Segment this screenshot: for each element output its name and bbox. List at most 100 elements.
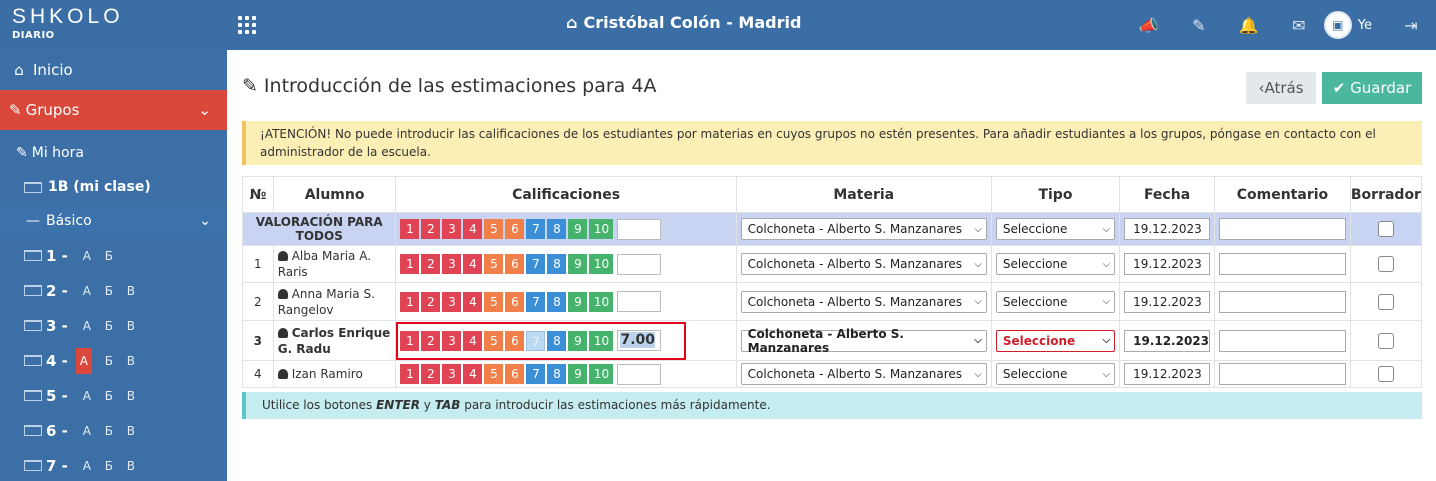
comment-input[interactable] bbox=[1219, 218, 1346, 240]
grade-section[interactable]: А bbox=[76, 278, 98, 304]
grade-section[interactable]: А bbox=[76, 418, 98, 444]
draft-checkbox[interactable] bbox=[1377, 366, 1394, 382]
tipo-select[interactable]: Seleccione ⌵ bbox=[995, 218, 1116, 240]
grade-section[interactable]: А bbox=[76, 313, 98, 339]
comment-input[interactable] bbox=[1219, 290, 1346, 313]
grade-section[interactable]: А bbox=[76, 453, 98, 479]
draft-checkbox[interactable] bbox=[1377, 332, 1394, 349]
sidebar-item-inicio[interactable]: ⌂ Inicio bbox=[0, 50, 227, 90]
grade-button[interactable]: 4 bbox=[463, 330, 483, 351]
grade-button[interactable]: 8 bbox=[547, 291, 567, 312]
sidebar-grade-7[interactable]: 7 - А Б В bbox=[0, 448, 227, 481]
grade-button[interactable]: 7 bbox=[526, 291, 546, 312]
grade-button[interactable]: 9 bbox=[568, 219, 588, 239]
back-button[interactable]: ‹Atrás bbox=[1246, 72, 1316, 104]
grade-button[interactable]: 5 bbox=[484, 219, 504, 239]
grade-section[interactable]: Б bbox=[98, 348, 120, 374]
sidebar-item-basico[interactable]: — Básico ⌄ bbox=[0, 204, 227, 238]
grade-button[interactable]: 9 bbox=[568, 291, 588, 312]
grade-button[interactable]: 1 bbox=[400, 330, 420, 351]
sidebar-grade-6[interactable]: 6 - А Б В bbox=[0, 413, 227, 448]
grade-button[interactable]: 4 bbox=[463, 291, 483, 312]
grade-button[interactable]: 7 bbox=[526, 254, 546, 274]
grade-button[interactable]: 6 bbox=[505, 291, 525, 312]
grade-button[interactable]: 2 bbox=[421, 364, 441, 384]
grade-button[interactable]: 4 bbox=[463, 364, 483, 384]
comment-input[interactable] bbox=[1219, 329, 1346, 352]
sidebar-grade-1[interactable]: 1 - А Б bbox=[0, 238, 227, 273]
tipo-select[interactable]: Seleccione ⌵ bbox=[995, 253, 1116, 275]
grade-button[interactable]: 1 bbox=[400, 254, 420, 274]
grade-button[interactable]: 10 bbox=[589, 254, 614, 274]
edit-icon[interactable]: ✎ bbox=[1174, 16, 1224, 35]
grade-section[interactable]: Б bbox=[98, 243, 120, 269]
sidebar-grade-3[interactable]: 3 - А Б В bbox=[0, 308, 227, 343]
sidebar-grade-2[interactable]: 2 - А Б В bbox=[0, 273, 227, 308]
materia-select[interactable]: Colchoneta - Alberto S. Manzanares ⌵ bbox=[740, 218, 987, 240]
grade-button[interactable]: 6 bbox=[505, 330, 525, 351]
grade-section[interactable]: В bbox=[120, 383, 142, 409]
save-button[interactable]: ✔ Guardar bbox=[1322, 72, 1422, 104]
grade-button[interactable]: 4 bbox=[463, 219, 483, 239]
grade-button[interactable]: 8 bbox=[547, 364, 567, 384]
grade-button[interactable]: 10 bbox=[589, 219, 614, 239]
grade-button[interactable]: 6 bbox=[505, 219, 525, 239]
grade-section[interactable]: В bbox=[120, 348, 142, 374]
grade-button[interactable]: 2 bbox=[421, 254, 441, 274]
tipo-select[interactable]: Seleccione ⌵ bbox=[995, 290, 1116, 313]
materia-select[interactable]: Colchoneta - Alberto S. Manzanares ⌵ bbox=[740, 290, 987, 313]
grade-section[interactable]: Б bbox=[98, 278, 120, 304]
grade-input[interactable] bbox=[617, 253, 662, 275]
comment-input[interactable] bbox=[1219, 253, 1346, 275]
user-initials[interactable]: Ye bbox=[1358, 18, 1372, 33]
grade-input[interactable] bbox=[617, 363, 662, 385]
envelope-icon[interactable]: ✉ bbox=[1274, 16, 1324, 35]
sidebar-item-mi-clase[interactable]: 1B (mi clase) bbox=[0, 170, 227, 204]
tipo-select[interactable]: Seleccione ⌵ bbox=[995, 329, 1116, 352]
grade-button[interactable]: 5 bbox=[484, 364, 504, 384]
date-input[interactable]: 19.12.2023 bbox=[1124, 253, 1211, 275]
grade-section[interactable]: А bbox=[76, 243, 98, 269]
sidebar-grade-4[interactable]: 4 - А Б В bbox=[0, 343, 227, 378]
materia-select[interactable]: Colchoneta - Alberto S. Manzanares ⌵ bbox=[740, 253, 987, 275]
grade-button[interactable]: 1 bbox=[400, 219, 420, 239]
grade-section[interactable]: Б bbox=[98, 453, 120, 479]
megaphone-icon[interactable]: 📣 bbox=[1124, 16, 1174, 35]
grade-button[interactable]: 3 bbox=[442, 254, 462, 274]
grade-button[interactable]: 1 bbox=[400, 364, 420, 384]
grade-section[interactable]: В bbox=[120, 418, 142, 444]
grade-section[interactable]: В bbox=[120, 313, 142, 339]
grade-button[interactable]: 6 bbox=[505, 254, 525, 274]
grade-section[interactable]: В bbox=[120, 278, 142, 304]
tipo-select[interactable]: Seleccione ⌵ bbox=[995, 363, 1116, 385]
materia-select[interactable]: Colchoneta - Alberto S. Manzanares ⌵ bbox=[740, 363, 987, 385]
grade-button[interactable]: 10 bbox=[589, 364, 614, 384]
apps-grid-icon[interactable] bbox=[238, 16, 256, 34]
grade-button[interactable]: 9 bbox=[568, 330, 588, 351]
grade-button[interactable]: 3 bbox=[442, 330, 462, 351]
grade-button[interactable]: 7 bbox=[526, 364, 546, 384]
date-input[interactable]: 19.12.2023 bbox=[1124, 329, 1211, 352]
grade-button[interactable]: 8 bbox=[547, 219, 567, 239]
grade-input[interactable] bbox=[617, 218, 662, 240]
grade-button[interactable]: 5 bbox=[484, 254, 504, 274]
grade-section-active[interactable]: А bbox=[75, 347, 92, 374]
date-input[interactable]: 19.12.2023 bbox=[1124, 218, 1211, 240]
grade-button[interactable]: 6 bbox=[505, 364, 525, 384]
bell-icon[interactable]: 🔔 bbox=[1224, 16, 1274, 35]
logo[interactable]: SHKOLO DIARIO bbox=[12, 6, 124, 42]
grade-button[interactable]: 4 bbox=[463, 254, 483, 274]
grade-button[interactable]: 2 bbox=[421, 219, 441, 239]
grade-button[interactable]: 5 bbox=[484, 330, 504, 351]
grade-button-selected[interactable]: 7 bbox=[526, 330, 546, 351]
draft-checkbox[interactable] bbox=[1377, 221, 1394, 237]
grade-button[interactable]: 3 bbox=[442, 364, 462, 384]
grade-button[interactable]: 5 bbox=[484, 291, 504, 312]
grade-button[interactable]: 9 bbox=[568, 364, 588, 384]
grade-button[interactable]: 9 bbox=[568, 254, 588, 274]
draft-checkbox[interactable] bbox=[1377, 293, 1394, 310]
grade-button[interactable]: 10 bbox=[589, 330, 614, 351]
grade-section[interactable]: В bbox=[120, 453, 142, 479]
date-input[interactable]: 19.12.2023 bbox=[1124, 290, 1211, 313]
grade-button[interactable]: 1 bbox=[400, 291, 420, 312]
